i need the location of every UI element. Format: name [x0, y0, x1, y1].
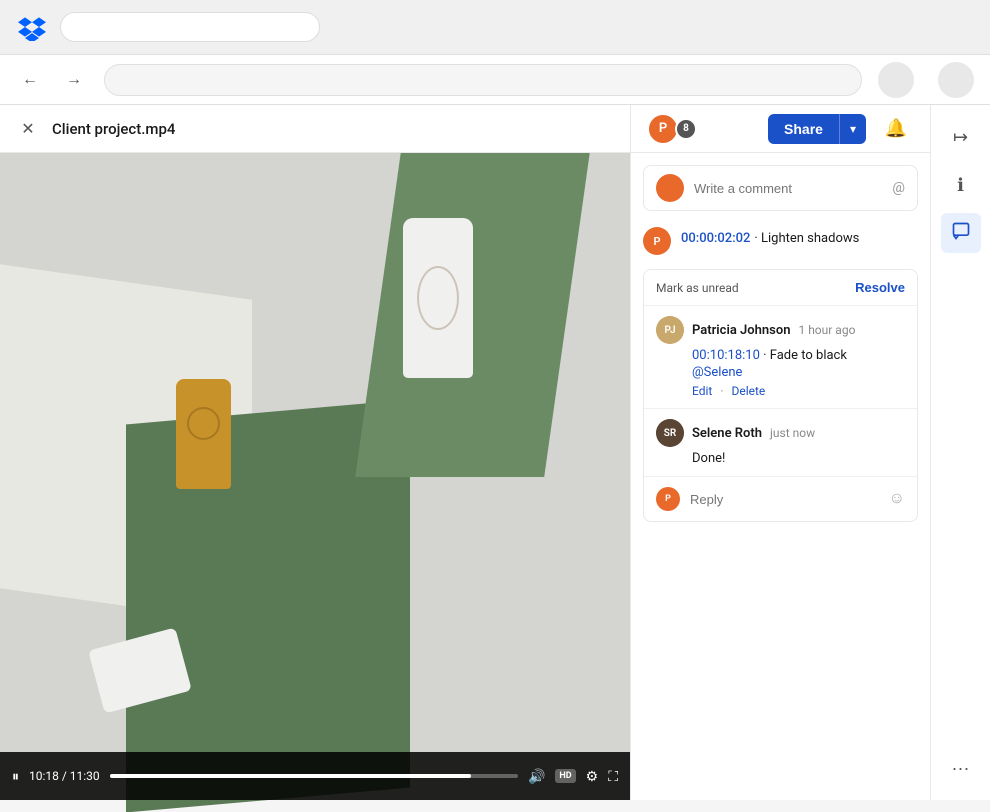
- reply-input[interactable]: [690, 492, 879, 507]
- thread-fade-text: Fade to black: [770, 348, 847, 363]
- reply-avatar: P: [656, 487, 680, 511]
- thread-box: Mark as unread Resolve PJ Patricia Johns…: [643, 269, 918, 522]
- commenter-avatar: P: [643, 227, 671, 255]
- more-icon: ···: [952, 758, 970, 779]
- action-separator: ·: [720, 384, 723, 398]
- patricia-avatar: PJ: [656, 316, 684, 344]
- mark-unread-label: Mark as unread: [656, 281, 739, 295]
- expand-sidebar-button[interactable]: ↦: [941, 117, 981, 157]
- volume-button[interactable]: 🔊: [528, 768, 545, 785]
- time-display: 10:18 / 11:30: [29, 769, 100, 783]
- volume-icon: 🔊: [528, 768, 545, 785]
- comment-timestamp: 00:00:02:02: [681, 231, 750, 246]
- play-pause-button[interactable]: ⏸: [12, 768, 19, 785]
- thread-time: 1 hour ago: [798, 323, 855, 337]
- info-icon: ℹ: [957, 175, 964, 196]
- thread-header: Mark as unread Resolve: [644, 270, 917, 305]
- main-content: ✕ Client project.mp4 ⏸: [0, 105, 990, 800]
- avatar-group: P 8: [647, 113, 697, 145]
- thread-actions: Edit · Delete: [692, 384, 905, 398]
- url-bar[interactable]: [104, 64, 862, 96]
- nav-action-icon: [938, 62, 974, 98]
- expand-icon: ↦: [953, 127, 968, 148]
- thread-comment-header: PJ Patricia Johnson 1 hour ago: [656, 316, 905, 344]
- share-btn-group: Share ▾: [768, 114, 866, 144]
- current-user-avatar: [656, 174, 684, 202]
- share-dropdown-button[interactable]: ▾: [839, 114, 866, 144]
- comments-body[interactable]: @ P 00:00:02:02 · Lighten shadows Mark a…: [631, 153, 930, 800]
- settings-button[interactable]: ⚙: [586, 768, 599, 785]
- selene-avatar: SR: [656, 419, 684, 447]
- thread-comment-1: PJ Patricia Johnson 1 hour ago 00:10:18:…: [644, 305, 917, 408]
- comments-header: P 8 Share ▾ 🔔: [631, 105, 930, 153]
- comments-icon: [951, 221, 971, 246]
- thread-reply-header: SR Selene Roth just now: [656, 419, 905, 447]
- info-button[interactable]: ℹ: [941, 165, 981, 205]
- comment-content: 00:00:02:02 · Lighten shadows: [681, 227, 918, 255]
- forward-button[interactable]: →: [60, 66, 88, 94]
- sidebar-right: ↦ ℹ ···: [930, 105, 990, 800]
- thread-timestamp: 00:10:18:10: [692, 348, 760, 363]
- thread-mention-row: @Selene: [692, 365, 905, 380]
- settings-icon: ⚙: [586, 768, 599, 785]
- profile-icon: [878, 62, 914, 98]
- delete-link[interactable]: Delete: [731, 384, 765, 398]
- notifications-button[interactable]: 🔔: [878, 111, 914, 147]
- thread-sep: ·: [763, 348, 770, 363]
- fullscreen-icon: ⛶: [608, 768, 618, 785]
- resolve-button[interactable]: Resolve: [855, 280, 905, 295]
- video-panel: ✕ Client project.mp4 ⏸: [0, 105, 630, 800]
- thread-author: Patricia Johnson: [692, 323, 790, 338]
- fullscreen-button[interactable]: ⛶: [608, 768, 618, 785]
- back-button[interactable]: ←: [16, 66, 44, 94]
- comment-input[interactable]: [694, 181, 882, 196]
- comment-input-row: @: [643, 165, 918, 211]
- comments-sidebar-button[interactable]: [941, 213, 981, 253]
- thread-reply: SR Selene Roth just now Done!: [644, 408, 917, 476]
- file-title: Client project.mp4: [52, 120, 175, 138]
- bell-icon: 🔔: [885, 118, 907, 139]
- hd-badge: HD: [555, 769, 575, 783]
- video-scene: [0, 153, 630, 800]
- reply-author: Selene Roth: [692, 426, 762, 441]
- nav-bar: ← →: [0, 55, 990, 105]
- at-icon: @: [892, 180, 905, 196]
- main-comment-item: P 00:00:02:02 · Lighten shadows: [643, 227, 918, 255]
- progress-fill: [110, 774, 471, 778]
- close-button[interactable]: ✕: [16, 117, 40, 141]
- comment-text: Lighten shadows: [761, 231, 859, 246]
- reply-time: just now: [770, 426, 815, 440]
- avatar-count-badge: 8: [675, 118, 697, 140]
- browser-url-bar: [60, 12, 320, 42]
- emoji-button[interactable]: ☺: [889, 490, 905, 508]
- comment-separator: ·: [754, 231, 761, 246]
- edit-link[interactable]: Edit: [692, 384, 712, 398]
- reply-text: Done!: [692, 451, 905, 466]
- video-container: ⏸ 10:18 / 11:30 🔊 HD ⚙ ⛶: [0, 153, 630, 800]
- progress-bar[interactable]: [110, 774, 518, 778]
- scene-bottle-gold: [176, 379, 231, 489]
- browser-bar: [0, 0, 990, 55]
- comments-panel: P 8 Share ▾ 🔔 @ P: [630, 105, 930, 800]
- avatar-initial: P: [659, 121, 667, 136]
- pause-icon: ⏸: [12, 768, 19, 785]
- video-controls: ⏸ 10:18 / 11:30 🔊 HD ⚙ ⛶: [0, 752, 630, 800]
- thread-comment-text: 00:10:18:10 · Fade to black: [692, 348, 905, 363]
- reply-row: P ☺: [644, 476, 917, 521]
- video-header: ✕ Client project.mp4: [0, 105, 630, 153]
- dropbox-logo: [16, 11, 48, 43]
- more-options-button[interactable]: ···: [941, 748, 981, 788]
- thread-mention: @Selene: [692, 365, 742, 380]
- share-button[interactable]: Share: [768, 114, 839, 144]
- scene-bottle-white-tall: [403, 218, 473, 378]
